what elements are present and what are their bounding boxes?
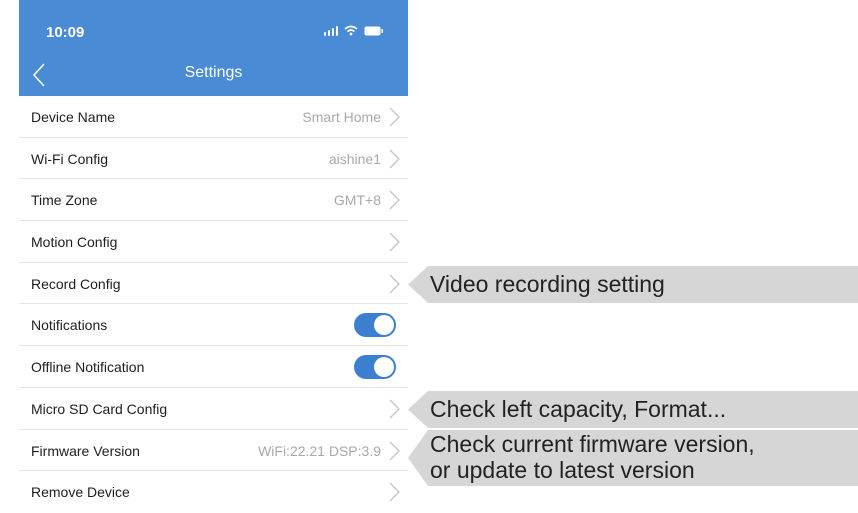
row-label: Motion Config [31, 234, 118, 251]
chevron-right-icon [389, 441, 400, 460]
chevron-right-icon [389, 399, 400, 419]
row-motion-config[interactable]: Motion Config [19, 221, 408, 263]
battery-icon [364, 26, 384, 36]
callout-text: Video recording setting [430, 271, 665, 297]
chevron-right-icon [389, 190, 400, 210]
row-time-zone[interactable]: Time Zone GMT+8 [19, 179, 408, 222]
callout-text-line-1: Check current firmware version, [430, 431, 755, 457]
chevron-right-icon [389, 149, 400, 169]
wifi-icon [344, 25, 358, 36]
toggle-knob [374, 315, 394, 336]
row-value: aishine1 [328, 150, 381, 167]
row-label: Firmware Version [31, 442, 140, 459]
row-label: Time Zone [31, 192, 98, 209]
row-label: Offline Notification [31, 359, 145, 376]
row-value: Smart Home [302, 109, 381, 125]
offline-notification-toggle[interactable] [354, 355, 396, 380]
row-device-name[interactable]: Device Name Smart Home [19, 96, 408, 138]
row-label: Wi-Fi Config [31, 150, 109, 167]
row-label: Record Config [31, 275, 121, 292]
callout-firmware: Check current firmware version, or updat… [408, 430, 858, 486]
row-label: Micro SD Card Config [31, 400, 168, 417]
phone-screen: 10:09 Settings Device Name Smart Home Wi… [19, 0, 408, 508]
row-offline-notification: Offline Notification [19, 346, 408, 388]
callout-text-line-2: or update to latest version [430, 457, 695, 483]
callout-record-config: Video recording setting [408, 266, 858, 303]
row-value: GMT+8 [333, 192, 381, 209]
page-title: Settings [184, 64, 243, 81]
cellular-signal-icon [324, 25, 338, 36]
chevron-right-icon [389, 274, 400, 294]
chevron-right-icon [389, 232, 400, 252]
callout-text: Check left capacity, Format... [430, 396, 727, 422]
row-firmware-version[interactable]: Firmware Version WiFi:22.21 DSP:3.9 [19, 430, 408, 472]
row-wifi-config[interactable]: Wi-Fi Config aishine1 [19, 138, 408, 180]
chevron-right-icon [389, 107, 400, 127]
row-micro-sd-card-config[interactable]: Micro SD Card Config [19, 388, 408, 430]
settings-list: Device Name Smart Home Wi-Fi Config aish… [19, 96, 408, 513]
toggle-knob [374, 357, 394, 378]
row-label: Notifications [31, 317, 108, 334]
app-header: 10:09 Settings [19, 0, 408, 96]
row-record-config[interactable]: Record Config [19, 263, 408, 305]
status-time: 10:09 [46, 24, 85, 41]
notifications-toggle[interactable] [354, 313, 396, 338]
row-label: Device Name [31, 109, 116, 125]
status-icons [324, 25, 384, 36]
callout-sd-card: Check left capacity, Format... [408, 391, 858, 428]
row-label: Remove Device [31, 484, 130, 501]
row-value: WiFi:22.21 DSP:3.9 [258, 442, 381, 459]
row-notifications: Notifications [19, 304, 408, 347]
chevron-right-icon [389, 482, 400, 502]
row-remove-device[interactable]: Remove Device [19, 471, 408, 513]
